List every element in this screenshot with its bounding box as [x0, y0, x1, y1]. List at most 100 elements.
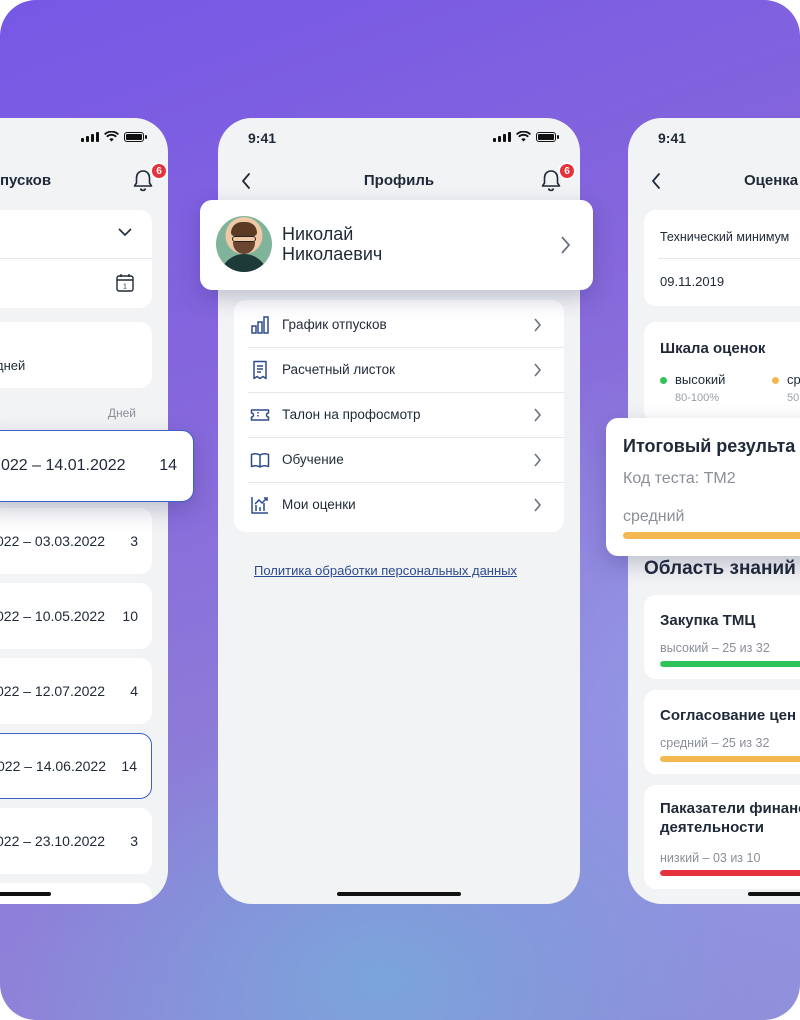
total-days-card: дней — [0, 322, 152, 388]
vacation-days: 14 — [159, 457, 177, 474]
vacation-days: 10 — [122, 608, 138, 624]
result-level: средний — [623, 508, 685, 525]
area-progress-track — [660, 661, 800, 667]
area-title-line2: деятельности — [660, 819, 764, 836]
cellular-signal-icon — [493, 131, 511, 142]
menu-item-label: Мои оценки — [282, 497, 356, 512]
test-info-card: Технический минимум 09.11.2019 — [644, 210, 800, 306]
notifications-button[interactable]: 6 — [132, 162, 168, 194]
user-name: Николай Николаевич — [282, 224, 382, 264]
cellular-signal-icon — [81, 131, 99, 142]
screen-title: Профиль — [363, 172, 435, 189]
result-progress-fill — [623, 532, 800, 539]
book-icon — [250, 453, 270, 468]
notification-badge: 6 — [558, 162, 576, 180]
vacation-range: 022 – 12.07.2022 — [0, 683, 105, 699]
area-title: Закупка ТМЦ — [660, 612, 756, 629]
area-title: Согласование цен — [660, 707, 797, 724]
menu-item-payslip[interactable]: Расчетный листок — [234, 348, 564, 393]
days-column-header: Дней — [107, 406, 136, 420]
privacy-policy-link[interactable]: Политика обработки персональных данных — [254, 563, 517, 578]
vacation-range: 022 – 10.05.2022 — [0, 608, 105, 624]
scale-label: высокий — [675, 372, 726, 387]
chevron-right-icon — [534, 363, 542, 377]
receipt-icon — [253, 360, 267, 380]
chevron-right-icon — [561, 236, 571, 254]
menu-item-label: Расчетный листок — [282, 362, 396, 377]
knowledge-area-card[interactable]: Закупка ТМЦ высокий – 25 из 32 — [644, 595, 800, 679]
status-time: 9:41 — [248, 130, 277, 146]
area-progress-track — [660, 870, 800, 876]
scale-medium: ср — [772, 372, 800, 387]
vacation-row[interactable]: 022 – 12.07.2022 4 — [0, 658, 152, 724]
notification-badge: 6 — [150, 162, 168, 180]
background: пусков 6 1 дней Дней 022 – 03.03.2022 3 … — [0, 0, 800, 1020]
vacation-range: 022 – 14.06.2022 — [0, 758, 106, 774]
area-progress-fill — [660, 870, 800, 876]
home-indicator — [748, 892, 800, 896]
notifications-button[interactable]: 6 — [540, 162, 576, 194]
menu-item-medical-ticket[interactable]: Талон на профосмотр — [234, 393, 564, 438]
status-dot — [772, 377, 779, 385]
scale-label: ср — [787, 372, 800, 387]
menu-item-training[interactable]: Обучение — [234, 438, 564, 483]
screen-title: пусков — [0, 172, 52, 189]
vacation-row[interactable]: 022 – 03.03.2022 3 — [0, 508, 152, 574]
vacation-row-selected[interactable]: 022 – 14.06.2022 14 — [0, 733, 152, 799]
status-bar-icons — [493, 131, 559, 142]
back-button[interactable] — [650, 172, 666, 192]
vacation-row[interactable]: 022 – 23.10.2022 3 — [0, 808, 152, 874]
final-result-card: Итоговый результа Код теста: ТМ2 средний — [606, 418, 800, 556]
date-field[interactable]: 1 — [0, 259, 152, 308]
vacation-days: 4 — [130, 683, 138, 699]
divider — [658, 258, 800, 259]
vacation-range: 022 – 23.10.2022 — [0, 833, 105, 849]
menu-item-my-grades[interactable]: Мои оценки — [234, 483, 564, 528]
menu-item-label: График отпусков — [282, 317, 387, 332]
vacation-schedule-screen: пусков 6 1 дней Дней 022 – 03.03.2022 3 … — [0, 118, 168, 904]
chevron-right-icon — [534, 453, 542, 467]
wifi-icon — [516, 131, 531, 142]
area-subtitle: высокий – 25 из 32 — [660, 641, 770, 655]
status-bar-icons — [81, 131, 147, 142]
chevron-right-icon — [534, 498, 542, 512]
vacation-row[interactable]: 022 – 10.05.2022 10 — [0, 583, 152, 649]
chevron-right-icon — [534, 318, 542, 332]
growth-chart-icon — [251, 497, 268, 514]
scale-range: 80-100% — [675, 392, 720, 404]
result-title: Итоговый результа — [623, 436, 796, 456]
home-indicator — [0, 892, 51, 896]
vacation-days: 3 — [130, 533, 138, 549]
status-dot — [660, 377, 667, 385]
avatar — [216, 216, 272, 272]
home-indicator — [337, 892, 461, 896]
result-progress-track — [623, 532, 800, 539]
knowledge-area-card[interactable]: Паказатели финанс деятельности низкий – … — [644, 785, 800, 889]
period-select[interactable] — [0, 210, 152, 258]
screen-title: Оценка — [744, 172, 799, 189]
area-progress-fill — [660, 661, 800, 667]
area-progress-fill — [660, 756, 800, 762]
area-title: Паказатели финанс деятельности — [660, 799, 800, 837]
profile-menu: График отпусков Расчетный листок Талон н… — [234, 300, 564, 532]
status-time: 9:41 — [658, 130, 687, 146]
vacation-range: 022 – 03.03.2022 — [0, 533, 105, 549]
vacation-range: 022 – 14.01.2022 — [1, 457, 126, 474]
bar-chart-icon — [251, 316, 269, 334]
menu-item-label: Обучение — [282, 452, 344, 467]
svg-text:1: 1 — [123, 284, 127, 291]
battery-icon — [536, 131, 559, 142]
area-title-line1: Паказатели финанс — [660, 800, 800, 817]
scale-range: 50 — [787, 392, 800, 404]
vacation-days: 3 — [130, 833, 138, 849]
menu-item-label: Талон на профосмотр — [282, 407, 421, 422]
knowledge-area-card[interactable]: Согласование цен средний – 25 из 32 — [644, 690, 800, 774]
calendar-icon: 1 — [116, 274, 134, 292]
vacation-row-highlighted[interactable]: 022 – 14.01.2022 14 — [0, 430, 194, 502]
area-subtitle: средний – 25 из 32 — [660, 736, 770, 750]
user-first-name: Николай — [282, 224, 354, 244]
scale-high: высокий — [660, 372, 725, 387]
area-subtitle: низкий – 03 из 10 — [660, 851, 761, 865]
user-profile-card[interactable]: Николай Николаевич — [200, 200, 593, 290]
menu-item-vacation-schedule[interactable]: График отпусков — [234, 303, 564, 348]
